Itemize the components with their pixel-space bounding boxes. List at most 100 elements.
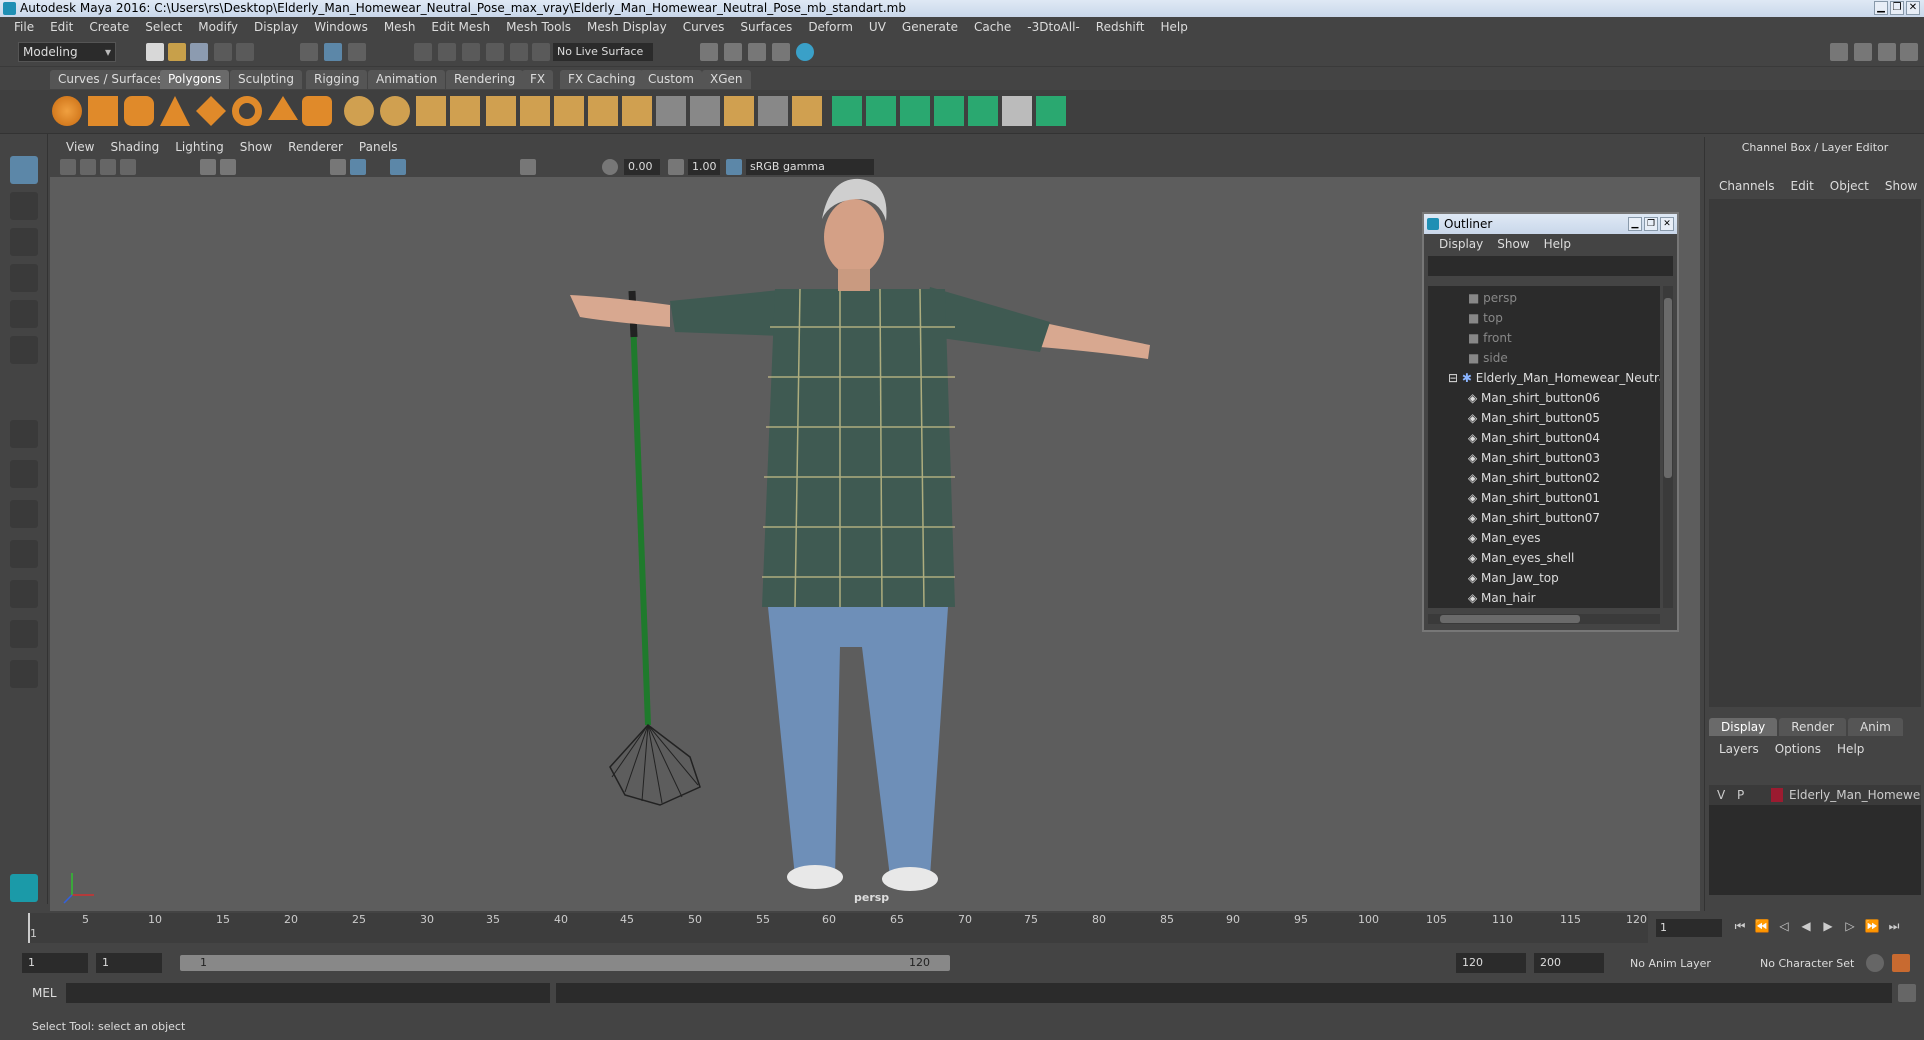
shelf-tab-rendering[interactable]: Rendering [446,70,524,89]
outliner-item-group[interactable]: ⊟ ✱ Elderly_Man_Homewear_Neutral_ [1448,368,1660,388]
film-gate-icon[interactable] [220,159,236,175]
move-tool-icon[interactable] [10,264,38,292]
step-forward-key-icon[interactable]: ⏩ [1864,918,1880,934]
poly-cube-icon[interactable] [88,96,118,126]
snap-point-icon[interactable] [462,43,480,61]
time-slider-track[interactable]: 1 5 10 15 20 25 30 35 40 45 50 55 60 65 … [28,913,1648,943]
render-current-frame-icon[interactable] [724,43,742,61]
animation-preferences-icon[interactable] [1892,954,1910,972]
shelf-tab-fx[interactable]: FX [522,70,554,89]
layer-color-swatch[interactable] [1771,788,1783,802]
toggle-panels-icon[interactable] [1854,43,1872,61]
bookmarks-icon[interactable] [100,159,116,175]
playback-range-slider[interactable]: 1 120 [180,955,950,971]
live-surface-field[interactable]: No Live Surface [553,43,653,61]
image-plane-icon[interactable] [120,159,136,175]
wireframe-icon[interactable] [330,159,346,175]
redo-icon[interactable] [236,43,254,61]
vp-menu-show[interactable]: Show [232,140,280,154]
menu-surfaces[interactable]: Surfaces [732,20,800,34]
select-camera-icon[interactable] [60,159,76,175]
isolate-select-icon[interactable] [520,159,536,175]
append-polygon-icon[interactable] [724,96,754,126]
outliner-item-mesh[interactable]: ◈ Man_shirt_button02 [1468,468,1600,488]
menu-help[interactable]: Help [1152,20,1195,34]
bridge-icon[interactable] [520,96,550,126]
cb-menu-edit[interactable]: Edit [1783,179,1822,193]
step-back-key-icon[interactable]: ⏪ [1754,918,1770,934]
spherical-mapping-icon[interactable] [934,96,964,126]
cb-menu-object[interactable]: Object [1822,179,1877,193]
playback-end-field[interactable]: 120 [1456,953,1526,973]
step-forward-frame-icon[interactable]: ▷ [1842,918,1858,934]
outliner-menu-show[interactable]: Show [1490,237,1536,251]
snap-curve-icon[interactable] [438,43,456,61]
display-layer-row[interactable]: V P Elderly_Man_Homewear [1709,785,1921,805]
shelf-tab-animation[interactable]: Animation [368,70,446,89]
menu-select[interactable]: Select [137,20,190,34]
menu-mesh[interactable]: Mesh [376,20,424,34]
menu-mesh-display[interactable]: Mesh Display [579,20,675,34]
anim-layer-select[interactable]: No Anim Layer [1630,957,1711,970]
hypershade-icon[interactable] [796,43,814,61]
scrollbar-thumb[interactable] [1664,298,1672,478]
smooth-icon[interactable] [416,96,446,126]
render-view-icon[interactable] [700,43,718,61]
outliner-menu-help[interactable]: Help [1537,237,1578,251]
make-live-icon[interactable] [532,43,550,61]
layer-name[interactable]: Elderly_Man_Homewear [1789,785,1921,805]
poly-sphere-icon[interactable] [52,96,82,126]
outliner-item-front[interactable]: ■ front [1468,328,1512,348]
grid-icon[interactable] [200,159,216,175]
outliner-vertical-scrollbar[interactable] [1663,286,1673,608]
shelf-tab-curves-surfaces[interactable]: Curves / Surfaces [50,70,172,89]
fill-hole-icon[interactable] [758,96,788,126]
outliner-item-mesh[interactable]: ◈ Man_shirt_button06 [1468,388,1600,408]
automatic-mapping-icon[interactable] [968,96,998,126]
menu-file[interactable]: File [6,20,42,34]
undo-icon[interactable] [214,43,232,61]
gamma-icon[interactable] [668,159,684,175]
shelf-tab-xgen[interactable]: XGen [702,70,751,89]
menu-edit[interactable]: Edit [42,20,81,34]
camera-attributes-icon[interactable] [80,159,96,175]
color-space-select[interactable]: sRGB gamma [746,159,874,175]
menu-windows[interactable]: Windows [306,20,376,34]
menu-deform[interactable]: Deform [800,20,861,34]
outliner-maximize-button[interactable]: ❐ [1644,217,1658,231]
animation-start-field[interactable]: 1 [22,953,88,973]
bevel-icon[interactable] [554,96,584,126]
paint-select-tool-icon[interactable] [10,228,38,256]
outliner-item-persp[interactable]: ■ persp [1468,288,1517,308]
menu-uv[interactable]: UV [861,20,894,34]
shelf-tab-fx-caching[interactable]: FX Caching [560,70,644,89]
menu-set-select[interactable]: Modeling [18,42,116,62]
channel-box-toggle-icon[interactable] [1878,43,1896,61]
smooth-shade-icon[interactable] [350,159,366,175]
go-to-start-icon[interactable]: ⏮ [1732,918,1748,934]
single-perspective-layout-icon[interactable] [10,420,38,448]
menu-cache[interactable]: Cache [966,20,1019,34]
shelf-tab-polygons[interactable]: Polygons [160,70,230,89]
play-forward-icon[interactable]: ▶ [1820,918,1836,934]
cylindrical-mapping-icon[interactable] [900,96,930,126]
outliner-item-mesh[interactable]: ◈ Man_shirt_button04 [1468,428,1600,448]
separate-icon[interactable] [380,96,410,126]
playback-start-field[interactable]: 1 [96,953,162,973]
tab-display[interactable]: Display [1709,718,1778,736]
checker-icon[interactable] [1002,96,1032,126]
close-button[interactable]: ✕ [1906,1,1920,15]
shelf-tab-sculpting[interactable]: Sculpting [230,70,303,89]
snap-surface-icon[interactable] [510,43,528,61]
outliner-close-button[interactable]: ✕ [1660,217,1674,231]
menu-redshift[interactable]: Redshift [1088,20,1153,34]
poly-cone-icon[interactable] [160,96,190,126]
menu-edit-mesh[interactable]: Edit Mesh [423,20,498,34]
four-view-layout-icon[interactable] [10,460,38,488]
minimize-button[interactable]: ▁ [1874,1,1888,15]
scale-tool-icon[interactable] [10,336,38,364]
save-scene-icon[interactable] [190,43,208,61]
poly-cylinder-icon[interactable] [124,96,154,126]
vp-menu-lighting[interactable]: Lighting [167,140,232,154]
symmetry-icon[interactable] [1036,96,1066,126]
